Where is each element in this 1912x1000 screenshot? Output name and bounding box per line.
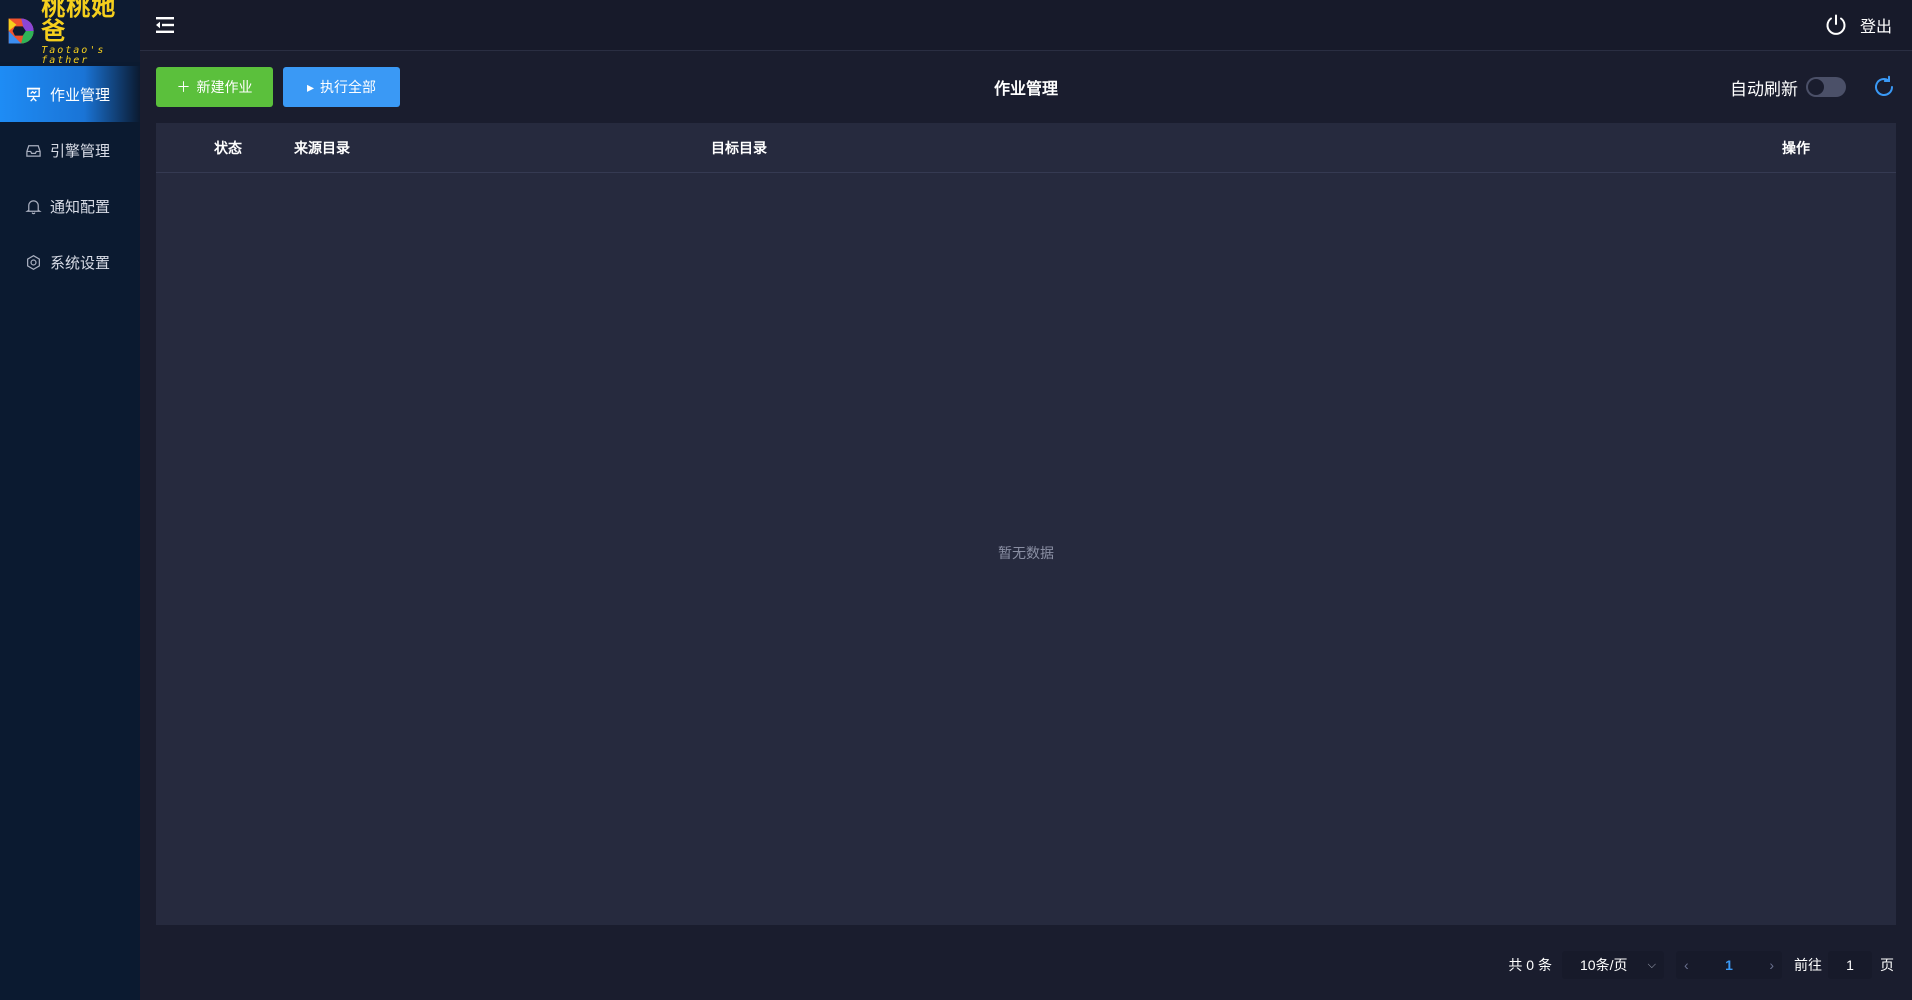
page-size-select[interactable]: 10条/页 ⌵ [1562,951,1664,979]
column-header-source-dir: 来源目录 [294,139,350,156]
auto-refresh-toggle[interactable] [1806,77,1846,97]
sidebar-item-label: 作业管理 [50,86,111,104]
play-icon: ▸ [306,78,315,95]
run-all-button[interactable]: ▸ 执行全部 [283,67,400,107]
column-header-status: 状态 [214,139,242,156]
refresh-icon[interactable] [1872,75,1896,99]
sidebar-item-label: 通知配置 [50,198,111,216]
gear-icon [24,253,42,271]
new-job-label: 新建作业 [196,79,253,95]
brand-title: 桃桃她爸 [41,0,117,45]
sidebar-item-settings[interactable]: 系统设置 [0,234,140,290]
sidebar-item-label: 引擎管理 [50,142,111,160]
presentation-board-icon [24,85,42,103]
jump-suffix: 页 [1880,957,1894,973]
pagination-total: 共 0 条 [1508,957,1552,973]
next-page-icon[interactable]: › [1769,957,1774,973]
toolbar: ＋ 新建作业 ▸ 执行全部 作业管理 自动刷新 [156,67,1896,107]
page-title: 作业管理 [993,81,1058,98]
bell-icon [24,197,42,215]
jobs-table: 状态 来源目录 目标目录 操作 暂无数据 [156,123,1896,925]
prev-page-icon[interactable]: ‹ [1684,957,1689,973]
brand-logo: 桃桃她爸 Taotao's father [0,0,140,66]
inbox-tray-icon [24,141,42,159]
jump-page-input[interactable] [1828,951,1872,979]
table-header: 状态 来源目录 目标目录 操作 [156,123,1896,173]
toolbar-right: 自动刷新 [1730,75,1896,100]
sidebar-item-jobs[interactable]: 作业管理 [0,66,140,122]
logout-button[interactable]: 登出 [1824,13,1892,37]
power-icon [1826,14,1846,35]
column-header-actions: 操作 [1782,139,1810,156]
logout-label: 登出 [1859,19,1892,36]
empty-state-text: 暂无数据 [998,545,1054,561]
current-page-number[interactable]: 1 [1725,957,1733,973]
column-header-target-dir: 目标目录 [711,139,767,156]
chevron-down-icon: ⌵ [1647,958,1656,971]
auto-refresh-label: 自动刷新 [1730,79,1798,99]
menu-collapse-icon[interactable] [154,14,176,36]
pagination: 共 0 条 10条/页 ⌵ ‹ 1 › 前往 页 [1508,950,1894,980]
main-content: ＋ 新建作业 ▸ 执行全部 作业管理 自动刷新 状态 来源目录 目标目录 操作 … [140,51,1912,1000]
toggle-knob [1808,79,1824,95]
page-size-value: 10条/页 [1580,957,1628,973]
sidebar-menu: 作业管理 引擎管理 通知配置 系统设置 [0,66,140,290]
sidebar-item-notifications[interactable]: 通知配置 [0,178,140,234]
app-root: 桃桃她爸 Taotao's father 作业管理 引擎管理 通知配置 系统设置… [0,0,1912,1000]
plus-icon: ＋ [176,79,191,95]
page-navigator: ‹ 1 › [1676,951,1782,979]
top-header: 登出 [140,0,1912,51]
sidebar: 桃桃她爸 Taotao's father 作业管理 引擎管理 通知配置 系统设置 [0,0,140,1000]
sidebar-item-engines[interactable]: 引擎管理 [0,122,140,178]
sidebar-item-label: 系统设置 [50,254,111,272]
brand-logo-icon [8,18,34,44]
run-all-label: 执行全部 [320,79,377,95]
brand-subtitle: Taotao's father [41,45,106,66]
jump-prefix: 前往 [1794,957,1822,973]
new-job-button[interactable]: ＋ 新建作业 [156,67,273,107]
